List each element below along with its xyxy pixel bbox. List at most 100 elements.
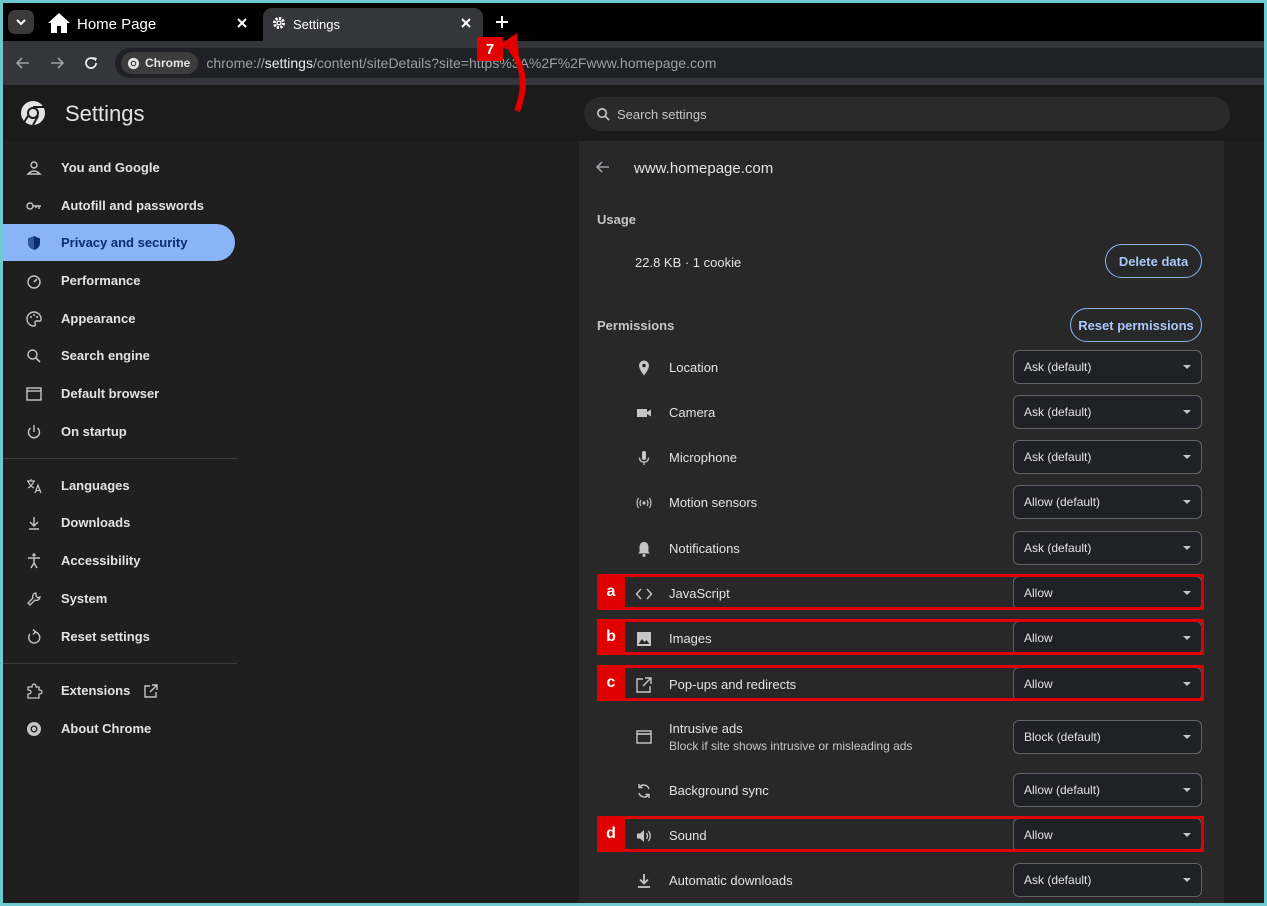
permission-label: JavaScript: [669, 586, 730, 601]
select-value: Ask (default): [1024, 360, 1092, 374]
permission-select[interactable]: Allow (default): [1013, 773, 1202, 807]
image-icon: [637, 632, 651, 646]
download-icon: [29, 517, 39, 530]
select-value: Allow: [1024, 828, 1053, 842]
tab-title: Home Page: [77, 16, 157, 33]
sidebar-item-on-startup[interactable]: On startup: [3, 413, 235, 450]
sync-icon: [638, 784, 650, 798]
close-icon[interactable]: [459, 16, 473, 30]
select-value: Allow: [1024, 586, 1053, 600]
permission-select[interactable]: Allow: [1013, 621, 1202, 655]
site-info-chip[interactable]: Chrome: [121, 52, 199, 74]
search-icon: [597, 107, 610, 121]
sidebar-item-system[interactable]: System: [3, 580, 235, 617]
sidebar-item-search-engine[interactable]: Search engine: [3, 337, 235, 374]
permission-row-javascript: JavaScript Allow: [597, 574, 1203, 614]
sidebar-item-label: Accessibility: [61, 553, 141, 568]
search-icon: [27, 349, 41, 363]
search-settings-box[interactable]: [584, 97, 1230, 131]
permission-select[interactable]: Allow: [1013, 667, 1202, 701]
permission-row-images: Images Allow: [597, 619, 1203, 659]
permission-row-background-sync: Background sync Allow (default): [597, 771, 1203, 811]
back-arrow-icon[interactable]: [15, 55, 31, 71]
sidebar-item-about-chrome[interactable]: About Chrome: [3, 710, 235, 747]
permission-select[interactable]: Ask (default): [1013, 863, 1202, 897]
permission-select[interactable]: Allow (default): [1013, 485, 1202, 519]
reset-permissions-button[interactable]: Reset permissions: [1070, 308, 1202, 342]
dropdown-caret-icon: [1183, 455, 1191, 459]
select-value: Allow (default): [1024, 495, 1101, 509]
permission-label: Pop-ups and redirects: [669, 677, 797, 692]
sidebar-item-extensions[interactable]: Extensions: [3, 672, 235, 709]
select-value: Ask (default): [1024, 405, 1092, 419]
sidebar-item-autofill[interactable]: Autofill and passwords: [3, 187, 235, 224]
select-value: Allow (default): [1024, 783, 1101, 797]
bell-icon: [638, 542, 650, 557]
close-icon[interactable]: [235, 16, 249, 30]
permission-select[interactable]: Ask (default): [1013, 350, 1202, 384]
select-value: Allow: [1024, 631, 1053, 645]
permission-select[interactable]: Allow: [1013, 576, 1202, 610]
dropdown-caret-icon: [1183, 591, 1191, 595]
sidebar-item-label: Languages: [61, 478, 130, 493]
delete-data-button[interactable]: Delete data: [1105, 244, 1202, 278]
url-host: settings: [264, 55, 313, 71]
tab-title: Settings: [293, 17, 340, 32]
permission-label: Microphone: [669, 450, 737, 465]
select-value: Allow: [1024, 677, 1053, 691]
sidebar-item-default-browser[interactable]: Default browser: [3, 375, 235, 412]
sidebar-item-performance[interactable]: Performance: [3, 262, 235, 299]
permission-select[interactable]: Allow: [1013, 818, 1202, 852]
tab-home-page[interactable]: Home Page: [39, 8, 259, 41]
plus-icon[interactable]: [493, 13, 511, 31]
sidebar-item-you-and-google[interactable]: You and Google: [3, 149, 235, 186]
permission-select[interactable]: Block (default): [1013, 720, 1202, 754]
tab-strip: Home Page Settings: [3, 3, 1264, 41]
permission-row-automatic-downloads: Automatic downloads Ask (default): [597, 861, 1203, 901]
chevron-down-icon: [16, 19, 26, 26]
browser-window: Home Page Settings Chrome chrome://setti…: [3, 3, 1264, 903]
chrome-icon: [27, 722, 41, 736]
puzzle-icon: [27, 683, 43, 699]
sidebar-item-label: Extensions: [61, 683, 131, 698]
chip-label: Chrome: [145, 56, 191, 70]
permission-select[interactable]: Ask (default): [1013, 531, 1202, 565]
permission-row-notifications: Notifications Ask (default): [597, 529, 1203, 569]
sidebar-item-appearance[interactable]: Appearance: [3, 300, 235, 337]
dropdown-caret-icon: [1183, 878, 1191, 882]
sidebar-item-downloads[interactable]: Downloads: [3, 504, 235, 541]
sidebar-item-privacy[interactable]: Privacy and security: [3, 224, 235, 261]
browser-window-icon: [26, 387, 42, 401]
download-icon: [638, 874, 650, 888]
permission-sublabel: Block if site shows intrusive or mislead…: [669, 739, 913, 753]
highlight-tag: b: [597, 620, 625, 654]
sidebar-item-label: Reset settings: [61, 629, 150, 644]
dropdown-caret-icon: [1183, 833, 1191, 837]
sidebar-item-reset-settings[interactable]: Reset settings: [3, 618, 235, 655]
permission-row-microphone: Microphone Ask (default): [597, 438, 1203, 478]
speaker-icon: [637, 830, 651, 842]
sidebar-item-languages[interactable]: Languages: [3, 467, 235, 504]
dropdown-caret-icon: [1183, 410, 1191, 414]
reload-icon[interactable]: [83, 55, 99, 71]
external-link-icon: [144, 684, 158, 698]
permission-select[interactable]: Ask (default): [1013, 395, 1202, 429]
search-input[interactable]: [617, 106, 1177, 122]
toolbar: Chrome chrome://settings/content/siteDet…: [3, 41, 1264, 85]
sidebar-item-accessibility[interactable]: Accessibility: [3, 542, 235, 579]
permission-label: Camera: [669, 405, 716, 420]
forward-arrow-icon[interactable]: [49, 55, 65, 71]
tab-settings[interactable]: Settings: [263, 8, 483, 41]
camera-icon: [637, 409, 651, 417]
permission-select[interactable]: Ask (default): [1013, 440, 1202, 474]
home-icon: [48, 13, 70, 33]
power-icon: [27, 425, 41, 439]
chrome-logo-icon: [21, 101, 45, 126]
code-icon: [635, 588, 653, 600]
tab-search-button[interactable]: [8, 10, 34, 34]
address-bar[interactable]: Chrome chrome://settings/content/siteDet…: [115, 48, 1264, 78]
permissions-heading: Permissions: [597, 318, 675, 333]
palette-icon: [26, 311, 42, 327]
back-arrow-icon[interactable]: [595, 159, 611, 175]
sidebar-item-label: About Chrome: [61, 721, 152, 736]
